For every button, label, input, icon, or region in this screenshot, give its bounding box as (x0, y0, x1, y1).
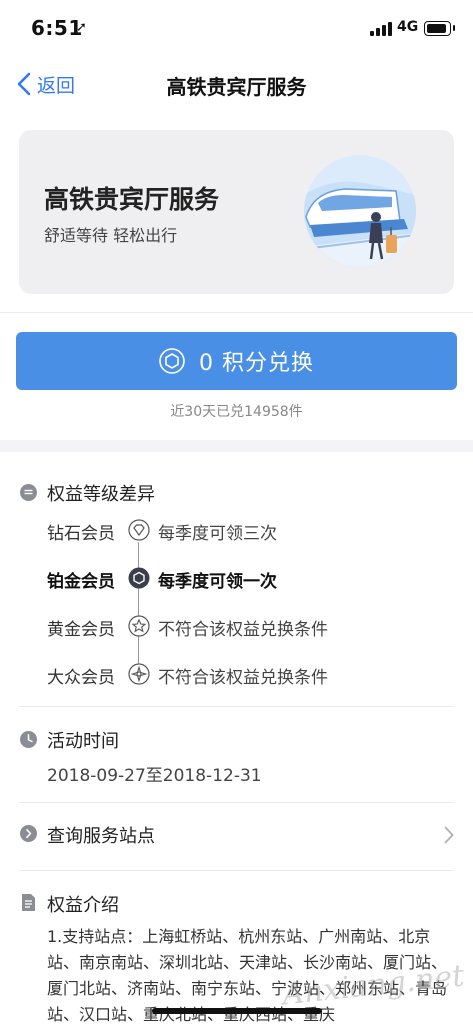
tiers-title: 权益等级差异 (47, 484, 155, 505)
tier-name-diamond: 钻石会员 (47, 524, 115, 544)
signal-icon (370, 22, 394, 36)
train-illustration-icon (304, 155, 416, 267)
exchange-button[interactable]: 0 积分兑换 (16, 332, 457, 390)
tier-desc-platinum: 每季度可领一次 (158, 572, 277, 592)
hero-card: 高铁贵宾厅服务 舒适等待 轻松出行 (19, 130, 454, 294)
tier-desc-diamond: 每季度可领三次 (158, 524, 277, 544)
compass-icon (128, 663, 150, 685)
location-arrow-icon: ➚ (76, 20, 87, 35)
chevron-circle-icon (20, 825, 37, 842)
home-indicator[interactable] (152, 1008, 322, 1014)
diamond-icon (128, 519, 150, 541)
divider (0, 312, 473, 313)
tier-name-gold: 黄金会员 (47, 620, 115, 640)
query-stations-row[interactable]: 查询服务站点 (0, 806, 473, 864)
page-title: 高铁贵宾厅服务 (166, 75, 307, 99)
status-time: 6:51 (31, 16, 83, 40)
document-icon (22, 894, 35, 911)
divider (19, 802, 454, 803)
message-icon (20, 484, 37, 501)
clock-icon (20, 731, 37, 748)
divider (19, 706, 454, 707)
section-divider (0, 440, 473, 452)
star-icon (128, 615, 150, 637)
hero-subtitle: 舒适等待 轻松出行 (44, 226, 178, 245)
tier-desc-regular: 不符合该权益兑换条件 (158, 668, 328, 688)
tier-name-platinum: 铂金会员 (47, 572, 115, 592)
network-label: 4G (397, 19, 419, 35)
tier-name-regular: 大众会员 (47, 668, 115, 688)
nav-bar: 返回 高铁贵宾厅服务 (0, 58, 473, 110)
exchange-label: 0 积分兑换 (199, 351, 314, 376)
tier-desc-gold: 不符合该权益兑换条件 (158, 620, 328, 640)
activity-title: 活动时间 (47, 731, 119, 752)
activity-date: 2018-09-27至2018-12-31 (47, 766, 262, 786)
divider (19, 870, 454, 871)
tier-timeline (138, 542, 139, 672)
hexagon-icon (128, 567, 150, 589)
intro-title: 权益介绍 (47, 895, 119, 916)
hero-title: 高铁贵宾厅服务 (44, 185, 220, 214)
battery-icon (424, 21, 455, 36)
status-bar: 6:51 ➚ 4G (0, 0, 473, 58)
chevron-right-icon (444, 826, 454, 844)
redeemed-count: 近30天已兑14958件 (170, 404, 303, 420)
points-hexagon-icon (159, 348, 185, 374)
query-stations-label: 查询服务站点 (47, 826, 155, 847)
